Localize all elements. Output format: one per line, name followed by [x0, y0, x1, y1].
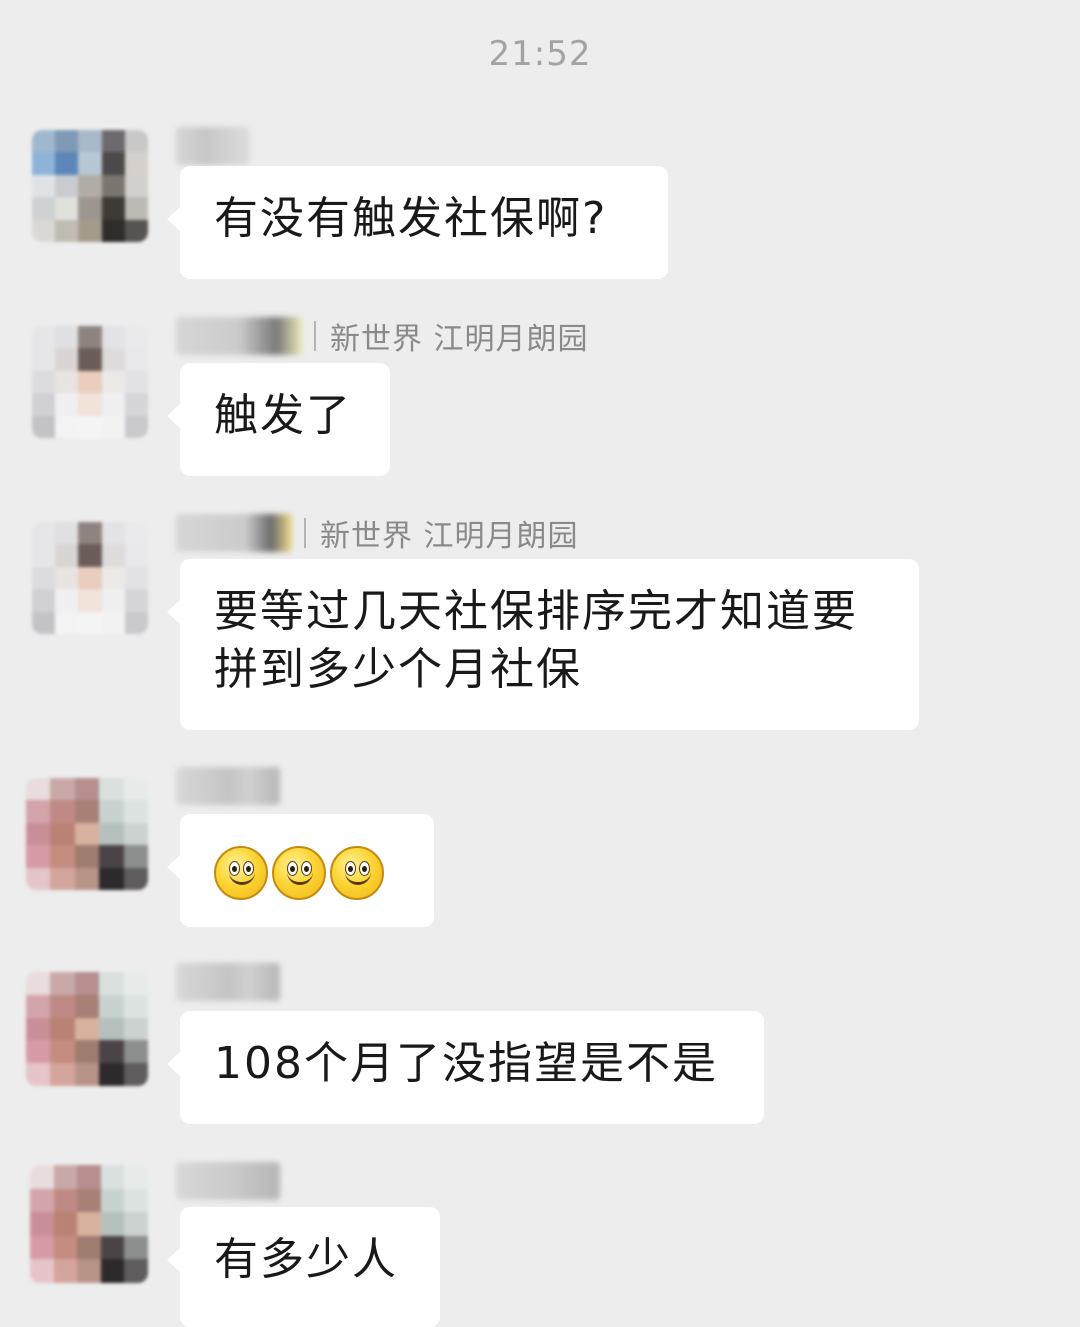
sender-name-row [176, 124, 250, 168]
message-text: 有多少人 [214, 1234, 398, 1285]
sender-name-row: 新世界 江明月朗园 [176, 511, 579, 555]
group-nickname-tag: 新世界 江明月朗园 [320, 519, 579, 554]
avatar[interactable] [30, 1165, 148, 1283]
message-text: 有没有触发社保啊? [214, 193, 608, 244]
sender-name-redacted [176, 963, 280, 1001]
sender-name-redacted [176, 317, 302, 355]
sender-name-redacted [176, 767, 280, 805]
message-bubble[interactable]: 108个月了没指望是不是 [167, 1011, 764, 1124]
message-text: 108个月了没指望是不是 [214, 1038, 718, 1089]
message-bubble[interactable]: 有没有触发社保啊? [167, 166, 668, 279]
message-bubble[interactable] [167, 814, 434, 927]
smiley-emoji-icon [330, 846, 384, 900]
separator [304, 518, 306, 548]
avatar[interactable] [26, 972, 148, 1086]
avatar[interactable] [32, 130, 148, 242]
avatar[interactable] [32, 326, 148, 438]
message-bubble[interactable]: 触发了 [167, 363, 390, 476]
sender-name-row: 新世界 江明月朗园 [176, 314, 589, 358]
sender-name-row [176, 1159, 280, 1203]
avatar[interactable] [32, 522, 148, 634]
smiley-emoji-icon [272, 846, 326, 900]
sender-name-redacted [176, 127, 250, 165]
sender-name-row [176, 764, 280, 808]
smiley-emoji-icon [214, 846, 268, 900]
message-bubble[interactable]: 要等过几天社保排序完才知道要 拼到多少个月社保 [167, 559, 919, 730]
avatar[interactable] [26, 778, 148, 890]
message-text-line: 拼到多少个月社保 [214, 644, 582, 695]
group-nickname-tag: 新世界 江明月朗园 [330, 322, 589, 357]
sender-name-redacted [176, 1162, 280, 1200]
message-text-line: 要等过几天社保排序完才知道要 [214, 586, 858, 637]
chat-timestamp: 21:52 [488, 34, 592, 74]
separator [314, 321, 316, 351]
message-text: 触发了 [214, 390, 352, 441]
sender-name-redacted [176, 514, 292, 552]
message-bubble[interactable]: 有多少人 [167, 1207, 440, 1327]
sender-name-row [176, 960, 280, 1004]
emoji-row [214, 842, 400, 900]
